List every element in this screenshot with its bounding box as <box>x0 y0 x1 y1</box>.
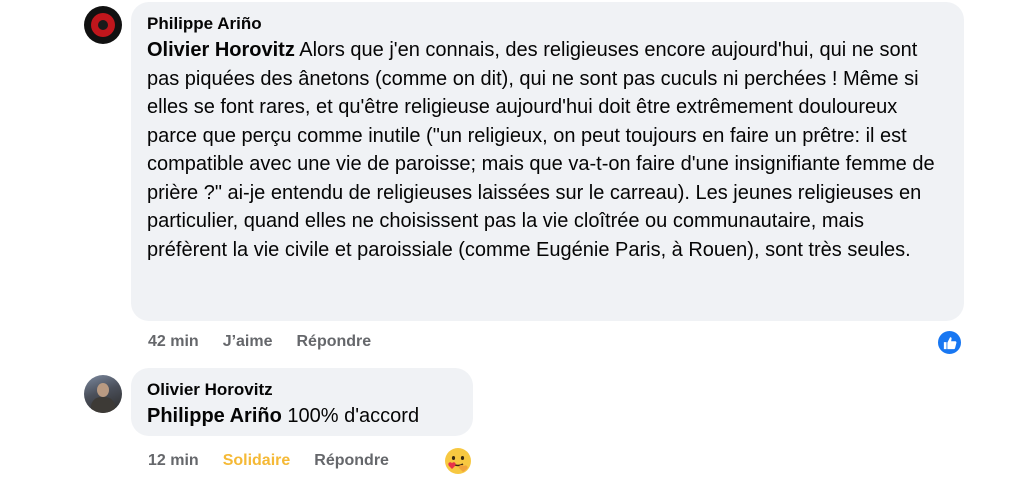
avatar-body <box>91 397 115 413</box>
reply-button[interactable]: Répondre <box>314 452 389 470</box>
avatar[interactable] <box>84 375 122 413</box>
like-button[interactable]: J’aime <box>223 333 273 351</box>
care-reaction-button[interactable]: Solidaire <box>223 452 291 470</box>
like-icon[interactable] <box>936 329 963 356</box>
comment-actions: 12 min Solidaire Répondre <box>148 452 413 470</box>
comment-bubble: Philippe Ariño Olivier Horovitz Alors qu… <box>131 2 964 321</box>
avatar-logo-center <box>98 20 108 30</box>
comment-body: 100% d'accord <box>281 405 420 427</box>
comment-actions: 42 min J’aime Répondre <box>148 333 395 351</box>
care-icon[interactable] <box>443 446 473 476</box>
comment-text: Olivier Horovitz Alors que j'en connais,… <box>147 36 948 264</box>
timestamp[interactable]: 42 min <box>148 333 199 351</box>
reply-button[interactable]: Répondre <box>297 333 372 351</box>
comment-bubble: Olivier Horovitz Philippe Ariño 100% d'a… <box>131 368 473 436</box>
comment-author[interactable]: Olivier Horovitz <box>147 379 457 401</box>
mention-link[interactable]: Philippe Ariño <box>147 405 282 427</box>
care-emoji-glyph <box>445 448 471 474</box>
avatar-face <box>97 383 109 397</box>
comment-author[interactable]: Philippe Ariño <box>147 13 948 35</box>
avatar[interactable] <box>84 6 122 44</box>
timestamp[interactable]: 12 min <box>148 452 199 470</box>
thumbs-up-glyph <box>943 336 956 349</box>
comment-text: Philippe Ariño 100% d'accord <box>147 402 457 431</box>
comment-body: Alors que j'en connais, des religieuses … <box>147 39 935 261</box>
mention-link[interactable]: Olivier Horovitz <box>147 39 295 61</box>
